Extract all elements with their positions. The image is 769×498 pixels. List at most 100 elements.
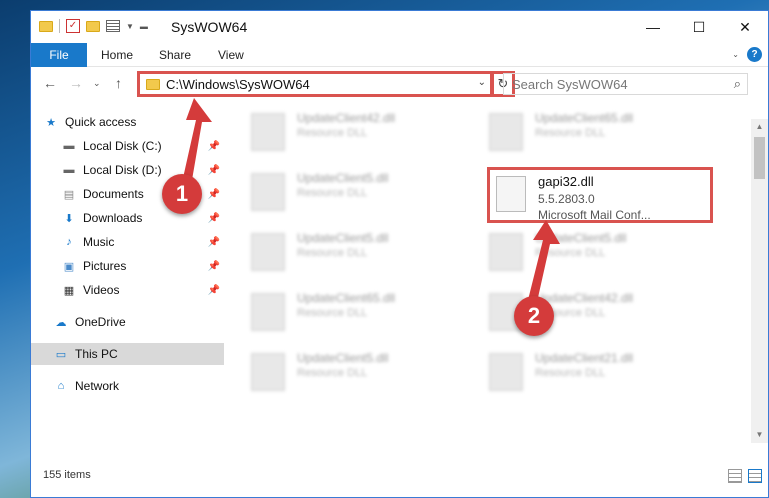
explorer-window: ✓ ▼ ▬ SysWOW64 — ☐ ✕ File Home Share Vie… [30, 10, 769, 498]
file-tile[interactable]: UpdateClient21.dll Resource DLL [467, 349, 687, 393]
nav-item-local-disk-d[interactable]: ▬ Local Disk (D:) 📌 [61, 159, 224, 181]
expand-ribbon-icon[interactable]: ⌄ [732, 50, 739, 59]
nav-item-onedrive[interactable]: ☁ OneDrive [53, 311, 224, 333]
nav-item-local-disk-c[interactable]: ▬ Local Disk (C:) 📌 [61, 135, 224, 157]
file-tile[interactable]: UpdateClient42.dll Resource DLL [467, 289, 687, 333]
properties-icon[interactable] [106, 20, 120, 32]
file-tile-gapi32[interactable]: gapi32.dll 5.5.2803.0 Microsoft Mail Con… [487, 167, 713, 223]
ribbon-tabs: File Home Share View ⌄ ? [31, 43, 768, 67]
pin-icon[interactable]: 📌 [208, 237, 220, 248]
pin-icon[interactable]: 📌 [208, 285, 220, 296]
file-type: Resource DLL [297, 307, 368, 319]
toolbar-divider [59, 19, 60, 33]
new-folder-icon[interactable] [86, 20, 100, 32]
music-note-icon: ♪ [66, 236, 72, 248]
pin-icon[interactable]: 📌 [208, 261, 220, 272]
maximize-button[interactable]: ☐ [676, 11, 722, 43]
help-icon[interactable]: ? [747, 47, 762, 62]
file-name: UpdateClient65.dll [535, 111, 634, 125]
navigation-pane: ★ Quick access ▬ Local Disk (C:) 📌 ▬ Loc… [31, 109, 226, 439]
chevron-down-icon[interactable]: ▼ [126, 22, 134, 31]
film-icon: ▦ [63, 284, 75, 297]
tab-view[interactable]: View [218, 43, 244, 67]
nav-item-label: Local Disk (D:) [83, 163, 162, 177]
pin-icon[interactable]: 📌 [208, 213, 220, 224]
nav-item-pictures[interactable]: ▣ Pictures 📌 [61, 255, 224, 277]
network-icon: ⌂ [57, 380, 65, 392]
cloud-icon: ☁ [55, 316, 67, 329]
folder-icon[interactable] [39, 20, 53, 32]
chevron-down-icon[interactable]: ⌄ [478, 77, 486, 88]
dll-file-icon [489, 113, 523, 151]
file-name: gapi32.dll [538, 174, 594, 189]
customize-toolbar-icon[interactable]: ▬ [140, 22, 148, 31]
title-bar: ✓ ▼ ▬ SysWOW64 — ☐ ✕ [31, 11, 768, 43]
file-tile[interactable]: UpdateClient42.dll Resource DLL [229, 109, 449, 153]
folder-icon [146, 78, 160, 90]
download-icon: ⬇ [64, 212, 74, 225]
dll-file-icon [489, 353, 523, 391]
dll-file-icon [251, 113, 285, 151]
pin-icon[interactable]: 📌 [208, 189, 220, 200]
nav-item-label: Local Disk (C:) [83, 139, 162, 153]
nav-item-quick-access[interactable]: ★ Quick access [43, 111, 236, 133]
scroll-up-icon[interactable]: ▲ [751, 119, 768, 135]
pin-icon[interactable]: 📌 [208, 141, 220, 152]
nav-item-this-pc[interactable]: ▭ This PC [31, 343, 224, 365]
nav-item-label: Downloads [83, 211, 143, 225]
pin-icon[interactable]: 📌 [208, 165, 220, 176]
nav-item-music[interactable]: ♪ Music 📌 [61, 231, 224, 253]
details-view-icon[interactable] [728, 469, 742, 483]
picture-icon: ▣ [63, 260, 75, 273]
nav-item-downloads[interactable]: ⬇ Downloads 📌 [61, 207, 224, 229]
recent-locations-icon[interactable]: ⌄ [93, 78, 101, 89]
scrollbar-thumb[interactable] [754, 137, 765, 179]
nav-item-videos[interactable]: ▦ Videos 📌 [61, 279, 224, 301]
file-type: Resource DLL [297, 247, 368, 259]
tiles-view-icon[interactable] [748, 469, 762, 483]
file-tile[interactable]: UpdateClient5.dll Resource DLL [229, 349, 449, 393]
file-list: UpdateClient42.dll Resource DLL UpdateCl… [229, 109, 739, 439]
search-input[interactable]: Search SysWOW64 ⌕ [503, 73, 748, 95]
back-arrow-icon[interactable]: ← [43, 75, 57, 91]
document-icon: ▤ [63, 188, 75, 201]
dll-gear-file-icon [496, 176, 526, 212]
up-arrow-icon[interactable]: ↑ [115, 75, 122, 91]
file-name: UpdateClient21.dll [535, 351, 634, 365]
address-bar[interactable]: C:\Windows\SysWOW64 ⌄ [137, 71, 493, 97]
file-tile[interactable]: UpdateClient5.dll Resource DLL [467, 229, 687, 273]
tab-file[interactable]: File [31, 43, 87, 67]
status-bar: 155 items [31, 459, 768, 497]
file-name: UpdateClient5.dll [297, 231, 389, 245]
file-tile[interactable]: UpdateClient5.dll Resource DLL [229, 229, 449, 273]
file-type: Resource DLL [535, 247, 606, 259]
tab-home[interactable]: Home [101, 43, 133, 67]
file-type: Resource DLL [535, 367, 606, 379]
search-icon[interactable]: ⌕ [734, 76, 741, 92]
tab-share[interactable]: Share [159, 43, 191, 67]
properties-check-icon[interactable]: ✓ [66, 19, 80, 33]
view-switcher [728, 469, 762, 483]
file-description: Microsoft Mail Conf... [538, 208, 651, 222]
window-controls: — ☐ ✕ [630, 11, 768, 43]
forward-arrow-icon[interactable]: → [69, 75, 83, 91]
file-version: 5.5.2803.0 [538, 192, 595, 206]
close-button[interactable]: ✕ [722, 11, 768, 43]
address-toolbar: ← → ⌄ ↑ C:\Windows\SysWOW64 ⌄ ↻ Search S… [31, 67, 768, 101]
scroll-down-icon[interactable]: ▼ [751, 427, 768, 443]
file-tile[interactable]: UpdateClient65.dll Resource DLL [467, 109, 687, 153]
dll-file-icon [251, 293, 285, 331]
drive-icon: ▬ [63, 164, 75, 176]
nav-item-label: Videos [83, 283, 120, 297]
ribbon-right-controls: ⌄ ? [732, 47, 762, 62]
file-tile[interactable]: UpdateClient5.dll Resource DLL [229, 169, 449, 213]
dll-file-icon [251, 173, 285, 211]
computer-icon: ▭ [55, 348, 67, 361]
file-type: Resource DLL [297, 187, 368, 199]
file-tile[interactable]: UpdateClient65.dll Resource DLL [229, 289, 449, 333]
file-name: UpdateClient65.dll [297, 291, 396, 305]
nav-item-network[interactable]: ⌂ Network [53, 375, 224, 397]
minimize-button[interactable]: — [630, 11, 676, 43]
vertical-scrollbar[interactable]: ▲ ▼ [751, 119, 768, 443]
nav-item-label: Network [75, 379, 120, 393]
